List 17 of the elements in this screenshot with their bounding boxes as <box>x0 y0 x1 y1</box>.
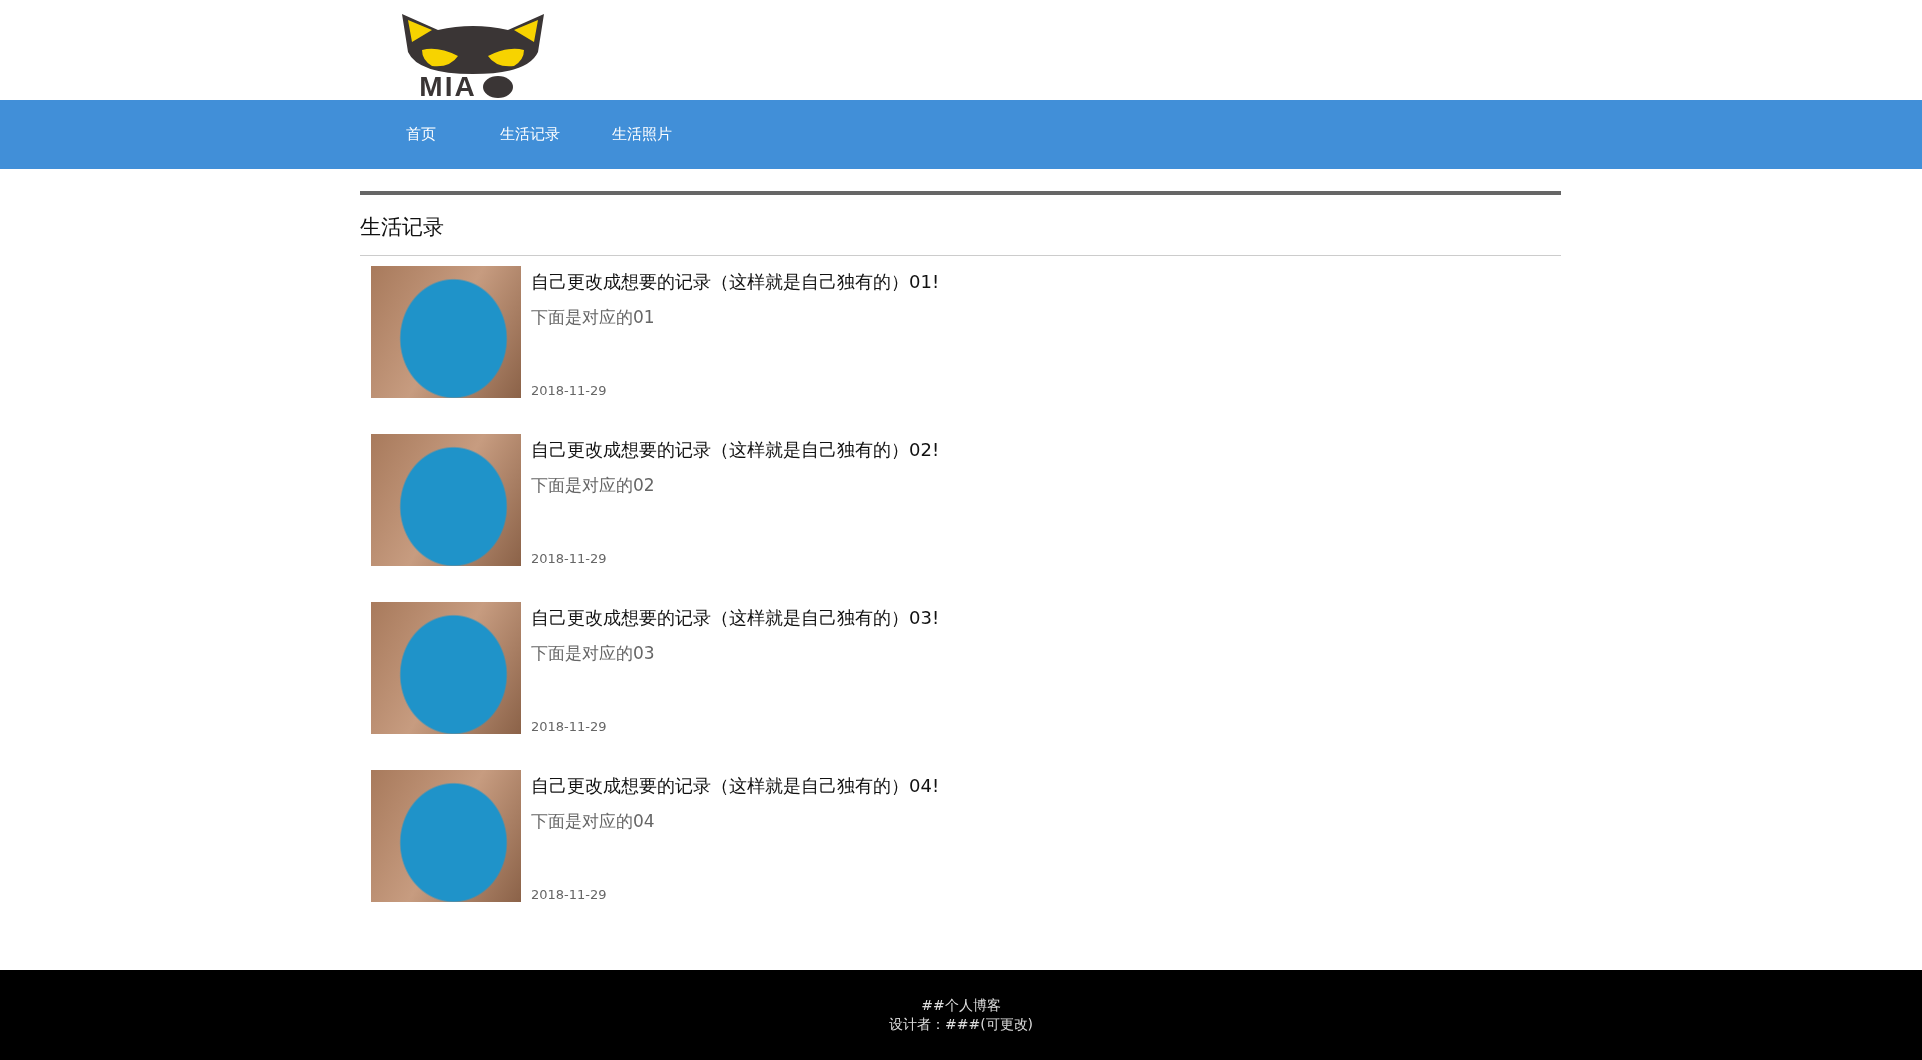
post-title[interactable]: 自己更改成想要的记录（这样就是自己独有的）01! <box>531 270 940 294</box>
post-date: 2018-11-29 <box>531 551 608 566</box>
post-title[interactable]: 自己更改成想要的记录（这样就是自己独有的）04! <box>531 774 940 798</box>
post-summary: 下面是对应的04 <box>531 810 656 833</box>
post-summary: 下面是对应的02 <box>531 474 656 497</box>
post-date: 2018-11-29 <box>531 719 608 734</box>
post-summary: 下面是对应的01 <box>531 306 656 329</box>
section-heading: 生活记录 <box>360 214 445 241</box>
footer-text: ##个人博客 <box>921 996 1001 1015</box>
post-summary: 下面是对应的03 <box>531 642 656 665</box>
post-date: 2018-11-29 <box>531 887 608 902</box>
footer-text: 设计者：###(可更改) <box>888 1015 1034 1034</box>
post-title[interactable]: 自己更改成想要的记录（这样就是自己独有的）03! <box>531 606 940 630</box>
logo-text: MIA <box>419 72 477 102</box>
post-date: 2018-11-29 <box>531 383 608 398</box>
post-title[interactable]: 自己更改成想要的记录（这样就是自己独有的）02! <box>531 438 940 462</box>
dot-icon <box>482 76 513 98</box>
